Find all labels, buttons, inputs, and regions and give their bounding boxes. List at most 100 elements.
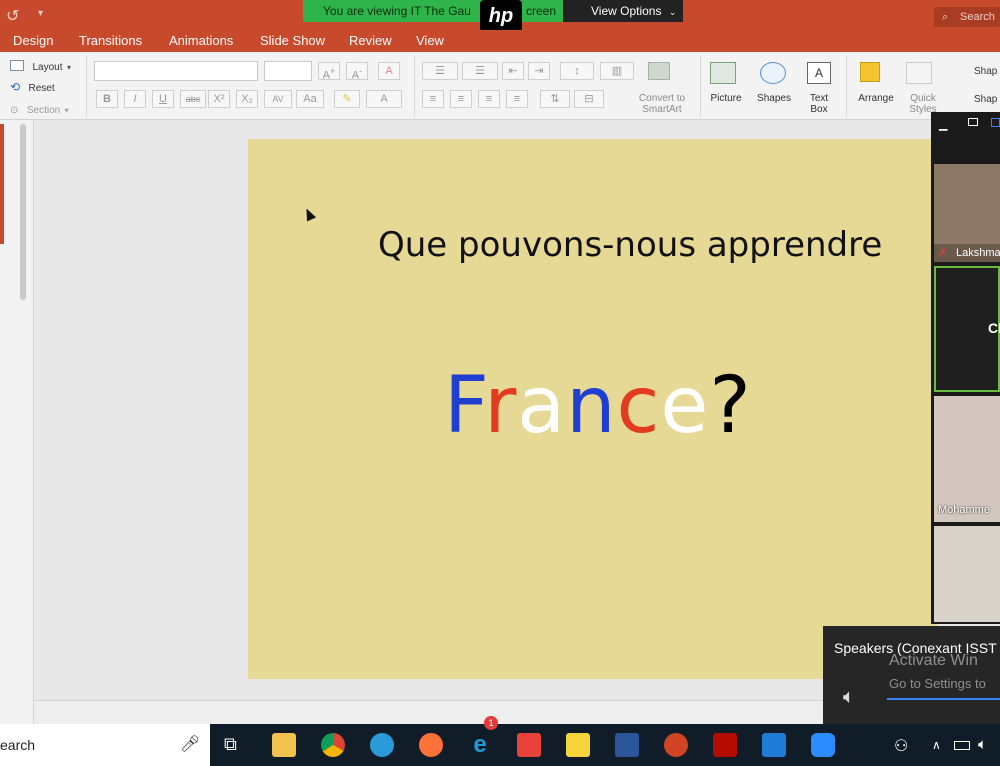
tab-review[interactable]: Review bbox=[349, 33, 392, 48]
volume-icon[interactable]: 🔈︎ bbox=[978, 736, 987, 753]
task-view-icon[interactable]: ⧉ bbox=[224, 734, 237, 755]
sticky-notes-icon[interactable] bbox=[566, 733, 590, 757]
view-grid-icon[interactable] bbox=[991, 118, 1000, 127]
shape-outline-button[interactable]: Shap bbox=[974, 94, 997, 105]
bold-button[interactable]: B bbox=[96, 90, 118, 108]
zoom-video-panel: ▁ ✗ Lakshma Ch Mohamme bbox=[931, 112, 1000, 624]
taskbar-search-input[interactable]: earch 🎤︎ bbox=[0, 724, 210, 766]
slide-word-france[interactable]: France? bbox=[444, 361, 752, 451]
video-tile-ch[interactable]: Ch bbox=[934, 266, 1000, 392]
tab-design[interactable]: Design bbox=[13, 33, 53, 48]
line-spacing-button[interactable]: ↕ bbox=[560, 62, 594, 80]
subscript-button[interactable]: X₂ bbox=[236, 90, 258, 108]
chevron-down-icon: ▾ bbox=[66, 63, 71, 72]
powerpoint-icon[interactable] bbox=[664, 733, 688, 757]
customize-toolbar-icon[interactable]: ▾ bbox=[38, 8, 43, 19]
chevron-up-icon[interactable]: ∧ bbox=[932, 738, 941, 752]
chrome-icon[interactable] bbox=[321, 733, 345, 757]
shrink-font-button[interactable]: A- bbox=[346, 62, 368, 82]
word-icon[interactable] bbox=[615, 733, 639, 757]
battery-icon[interactable] bbox=[954, 741, 970, 750]
justify-button[interactable]: ≡ bbox=[506, 90, 528, 108]
text-box-button[interactable]: Text Box bbox=[800, 93, 838, 115]
edge-icon[interactable] bbox=[370, 733, 394, 757]
align-left-button[interactable]: ≡ bbox=[422, 90, 444, 108]
ribbon-tabs: Design Transitions Animations Slide Show… bbox=[0, 30, 1000, 52]
participant-name: Mohamme bbox=[938, 504, 990, 516]
media-player-icon[interactable] bbox=[762, 733, 786, 757]
superscript-button[interactable]: X² bbox=[208, 90, 230, 108]
reset-button[interactable]: ⟲ Reset bbox=[10, 78, 55, 96]
picture-icon bbox=[710, 62, 736, 84]
slide-title[interactable]: Que pouvons-nous apprendre bbox=[378, 225, 882, 265]
microphone-icon[interactable]: 🎤︎ bbox=[180, 724, 200, 766]
arrange-button[interactable]: Arrange bbox=[852, 93, 900, 104]
people-icon[interactable]: ⚇ bbox=[894, 736, 908, 756]
shape-fill-button[interactable]: Shap bbox=[974, 66, 997, 77]
volume-slider[interactable] bbox=[887, 698, 1000, 700]
internet-explorer-icon[interactable]: e bbox=[468, 733, 492, 757]
slide-letter: r bbox=[484, 361, 518, 451]
view-options-button[interactable]: View Options ⌄ bbox=[563, 0, 683, 22]
strikethrough-button[interactable]: abc bbox=[180, 90, 206, 108]
decrease-indent-button[interactable]: ⇤ bbox=[502, 62, 524, 80]
participant-name: Ch bbox=[988, 320, 1000, 336]
volume-flyout: Speakers (Conexant ISST Activate Win Go … bbox=[823, 626, 1000, 724]
change-case-button[interactable]: Aa bbox=[296, 90, 324, 108]
slide-letter: n bbox=[566, 361, 617, 451]
align-center-button[interactable]: ≡ bbox=[450, 90, 472, 108]
thumbnail-scrollbar[interactable] bbox=[20, 124, 26, 300]
grow-font-button[interactable]: A+ bbox=[318, 62, 340, 82]
shapes-button[interactable]: Shapes bbox=[752, 93, 796, 104]
undo-icon[interactable]: ↺ bbox=[6, 6, 19, 26]
align-text-button[interactable]: ⊟ bbox=[574, 90, 604, 108]
restore-icon[interactable] bbox=[968, 118, 978, 126]
zoom-banner-text: You are viewing IT The Gau bbox=[323, 4, 471, 18]
layout-button[interactable]: Layout ▾ bbox=[10, 57, 71, 75]
section-button[interactable]: ⊙ Section ▾ bbox=[10, 100, 69, 118]
section-label: Section bbox=[26, 105, 61, 116]
video-tile-lakshma[interactable]: ✗ Lakshma bbox=[934, 164, 1000, 262]
bullets-button[interactable]: ☰ bbox=[422, 62, 458, 80]
slide-letter: a bbox=[517, 361, 567, 451]
slide-thumbnail[interactable] bbox=[0, 124, 4, 244]
font-color-button[interactable]: A bbox=[366, 90, 402, 108]
align-right-button[interactable]: ≡ bbox=[478, 90, 500, 108]
layout-label: Layout bbox=[32, 62, 63, 73]
video-tile-mohamme[interactable]: Mohamme bbox=[934, 396, 1000, 522]
tab-view[interactable]: View bbox=[416, 33, 444, 48]
font-name-field[interactable] bbox=[94, 61, 258, 81]
muted-mic-icon: ✗ bbox=[938, 247, 948, 259]
picture-button[interactable]: Picture bbox=[704, 93, 748, 104]
slide[interactable]: Que pouvons-nous apprendre France? bbox=[248, 139, 938, 679]
file-explorer-icon[interactable] bbox=[272, 733, 296, 757]
text-box-icon: A bbox=[807, 62, 831, 84]
tab-animations[interactable]: Animations bbox=[169, 33, 233, 48]
increase-indent-button[interactable]: ⇥ bbox=[528, 62, 550, 80]
convert-to-smartart-button[interactable]: Convert to SmartArt bbox=[628, 93, 696, 115]
font-size-field[interactable] bbox=[264, 61, 312, 81]
columns-button[interactable]: ▥ bbox=[600, 62, 634, 80]
text-direction-button[interactable]: ⇅ bbox=[540, 90, 570, 108]
tab-transitions[interactable]: Transitions bbox=[79, 33, 142, 48]
chevron-down-icon: ⌄ bbox=[668, 7, 677, 17]
clear-format-button[interactable]: A bbox=[378, 62, 400, 80]
zoom-icon[interactable] bbox=[811, 733, 835, 757]
search-input[interactable]: ⌕ Search bbox=[934, 7, 1000, 27]
firefox-icon[interactable] bbox=[419, 733, 443, 757]
numbering-button[interactable]: ☰ bbox=[462, 62, 498, 80]
underline-button[interactable]: U bbox=[152, 90, 174, 108]
highlight-button[interactable]: ✎ bbox=[334, 90, 360, 108]
character-spacing-button[interactable]: AV bbox=[264, 90, 292, 108]
slide-letter: ? bbox=[709, 361, 752, 451]
minimize-icon[interactable]: ▁ bbox=[939, 118, 947, 131]
video-tile-4[interactable] bbox=[934, 526, 1000, 622]
participant-video bbox=[934, 164, 1000, 244]
italic-button[interactable]: I bbox=[124, 90, 146, 108]
acrobat-icon[interactable] bbox=[713, 733, 737, 757]
layout-icon bbox=[10, 60, 24, 72]
tab-slide-show[interactable]: Slide Show bbox=[260, 33, 325, 48]
search-icon: ⌕ bbox=[942, 11, 949, 23]
anydesk-icon[interactable] bbox=[517, 733, 541, 757]
speaker-icon[interactable]: 🔈︎ bbox=[843, 686, 855, 709]
